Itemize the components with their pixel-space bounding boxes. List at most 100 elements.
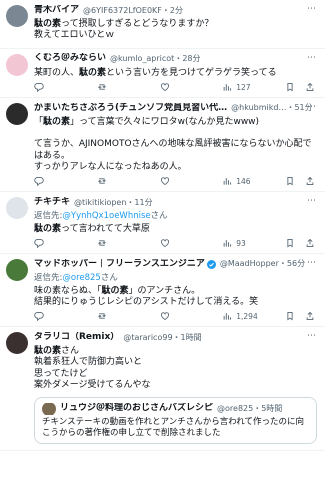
author-meta: @kumlo_apricot・28分 <box>110 54 200 64</box>
share-icon <box>305 238 315 250</box>
views-button[interactable]: 1,294 <box>222 311 262 323</box>
share-button[interactable] <box>305 82 315 94</box>
post[interactable]: ⋯ 青木バイア @6YIF6372LfOE0KF・2分 駄の素って摂取しすぎるとどうな… <box>0 0 325 49</box>
author-name[interactable]: かまいたちさぶろう(チュンソフ党員見習い代… <box>34 103 227 114</box>
post[interactable]: ⋯ チキチキ @tikitikiopen・11分 返信先:@YynhQx1oeWhni… <box>0 192 325 254</box>
author-handle[interactable]: @kumlo_apricot <box>110 54 174 63</box>
reply-button[interactable] <box>34 238 74 250</box>
post-header: 青木バイア @6YIF6372LfOE0KF・2分 <box>34 4 317 17</box>
avatar[interactable] <box>6 332 28 354</box>
like-button[interactable] <box>160 311 200 323</box>
reply-context: 返信先:@YynhQx1oeWhniseさん <box>34 211 317 222</box>
more-icon[interactable]: ⋯ <box>307 102 317 113</box>
separator-dot: ・ <box>161 5 170 15</box>
author-handle[interactable]: @MaadHopper <box>220 259 279 268</box>
post-time[interactable]: 2分 <box>170 6 183 15</box>
post-actions-tail <box>285 176 315 188</box>
post-time[interactable]: 56分 <box>287 259 305 268</box>
avatar[interactable] <box>6 197 28 219</box>
post-text: 駄の素って言われてて大草原 <box>34 224 317 235</box>
post[interactable]: ⋯ タラリコ（Remix） @tararico99・1時間 駄の素さん 執着系狂人で防… <box>0 327 325 452</box>
more-icon[interactable]: ⋯ <box>307 331 317 342</box>
author-name[interactable]: 青木バイア <box>34 5 79 16</box>
bookmark-button[interactable] <box>285 238 295 250</box>
post-actions: 127 <box>34 79 317 97</box>
avatar[interactable] <box>6 53 28 76</box>
views-button[interactable]: 127 <box>222 82 262 94</box>
post[interactable]: ⋯ くむろ＠みならい @kumlo_apricot・28分某町の人、駄の素という言い… <box>0 49 325 98</box>
views-button[interactable]: 93 <box>222 238 262 250</box>
views-count: 146 <box>236 177 251 187</box>
retweet-icon <box>97 311 107 323</box>
reply-button[interactable] <box>34 311 74 323</box>
reply-handle[interactable]: @YynhQx1oeWhnise <box>62 211 150 221</box>
bookmark-button[interactable] <box>285 311 295 323</box>
quoted-post-header: リュウジ＠料理のおじさんバズレシピ @ore825・5時間 <box>42 403 309 415</box>
retweet-icon <box>97 82 107 94</box>
reply-handle[interactable]: @ore825 <box>62 273 100 283</box>
post-header: マッドホッパー｜フリーランスエンジニア @MaadHopper・56分 <box>34 258 317 271</box>
share-button[interactable] <box>305 238 315 250</box>
bookmark-icon <box>285 238 295 250</box>
more-icon[interactable]: ⋯ <box>307 258 317 269</box>
reply-suffix: さん <box>100 272 118 283</box>
retweet-icon <box>97 238 107 250</box>
like-icon <box>160 82 170 94</box>
more-icon[interactable]: ⋯ <box>307 4 317 15</box>
quoted-post[interactable]: リュウジ＠料理のおじさんバズレシピ @ore825・5時間 チキンステーキの動画を作… <box>34 397 317 445</box>
post-text-highlight: 駄の素 <box>79 67 107 78</box>
views-count: 1,294 <box>236 312 258 322</box>
author-name[interactable]: タラリコ（Remix） <box>34 332 119 343</box>
avatar[interactable] <box>6 258 28 281</box>
post-actions-tail <box>285 238 315 250</box>
retweet-button[interactable] <box>97 238 137 250</box>
post-actions-tail <box>285 311 315 323</box>
post-text-before: 某町の人、 <box>34 67 80 78</box>
retweet-button[interactable] <box>97 311 137 323</box>
author-handle[interactable]: @hkubmikd… <box>231 103 286 112</box>
bookmark-button[interactable] <box>285 82 295 94</box>
post-text: 某町の人、駄の素という言い方を見つけてゲラゲラ笑ってる <box>34 68 317 79</box>
views-icon <box>222 82 232 94</box>
author-handle[interactable]: @6YIF6372LfOE0KF <box>83 6 162 15</box>
more-icon[interactable]: ⋯ <box>307 196 317 207</box>
post-time[interactable]: 11分 <box>134 198 152 207</box>
post-time[interactable]: 28分 <box>182 54 200 63</box>
post-content: マッドホッパー｜フリーランスエンジニア @MaadHopper・56分 返信先:@o… <box>34 258 317 326</box>
timeline: ⋯ 青木バイア @6YIF6372LfOE0KF・2分 駄の素って摂取しすぎるとどうな… <box>0 0 325 452</box>
quoted-avatar <box>42 403 56 415</box>
bookmark-icon <box>285 311 295 323</box>
quoted-author-meta: @ore825・5時間 <box>217 404 282 414</box>
retweet-button[interactable] <box>97 176 137 188</box>
post[interactable]: ⋯ かまいたちさぶろう(チュンソフ党員見習い代… @hkubmikd…・51分 「駄の… <box>0 98 325 192</box>
more-icon[interactable]: ⋯ <box>307 53 317 64</box>
author-handle[interactable]: @tikitikiopen <box>74 198 126 207</box>
retweet-button[interactable] <box>97 82 137 94</box>
views-button[interactable]: 146 <box>222 176 262 188</box>
share-button[interactable] <box>305 311 315 323</box>
post-content: かまいたちさぶろう(チュンソフ党員見習い代… @hkubmikd…・51分 「駄の素… <box>34 102 317 191</box>
bookmark-button[interactable] <box>285 176 295 188</box>
author-name[interactable]: チキチキ <box>34 197 70 208</box>
reply-suffix: さん <box>150 211 168 221</box>
avatar[interactable] <box>6 102 28 125</box>
post-time[interactable]: 1時間 <box>181 333 202 342</box>
post[interactable]: ⋯ マッドホッパー｜フリーランスエンジニア @MaadHopper・56分 返信先:@… <box>0 254 325 327</box>
reply-button[interactable] <box>34 176 74 188</box>
author-name[interactable]: くむろ＠みならい <box>34 53 106 64</box>
author-name[interactable]: マッドホッパー｜フリーランスエンジニア <box>34 259 205 270</box>
like-button[interactable] <box>160 176 200 188</box>
avatar[interactable] <box>6 5 28 27</box>
reply-label: 返信先: <box>34 272 63 283</box>
reply-button[interactable] <box>34 82 74 94</box>
like-button[interactable] <box>160 82 200 94</box>
verified-badge-icon <box>206 259 216 269</box>
quoted-author-handle: @ore825 <box>217 404 254 413</box>
author-handle[interactable]: @tararico99 <box>123 333 172 342</box>
like-button[interactable] <box>160 238 200 250</box>
like-icon <box>160 238 170 250</box>
share-button[interactable] <box>305 176 315 188</box>
post-text-before: 「 <box>34 116 44 127</box>
author-meta: @tararico99・1時間 <box>123 333 201 343</box>
post-text-highlight: 駄の素 <box>34 346 62 356</box>
